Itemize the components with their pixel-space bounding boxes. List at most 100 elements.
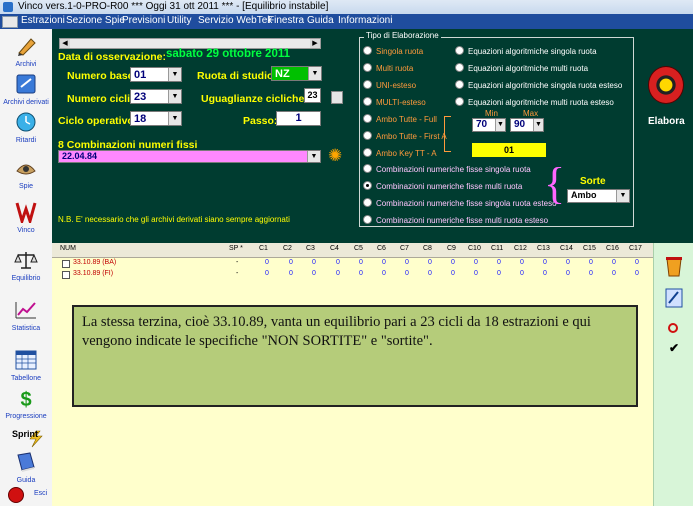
toolbar-ritardi[interactable]: Ritardi xyxy=(0,111,52,144)
scroll-left-arrow[interactable]: ◀ xyxy=(60,39,70,48)
chevron-down-icon[interactable]: ▼ xyxy=(533,119,543,131)
chevron-down-icon[interactable]: ▼ xyxy=(168,68,181,81)
header-c7[interactable]: C7 xyxy=(400,245,409,252)
ciclo-operativo-label: Ciclo operativo: xyxy=(58,115,138,127)
header-c12[interactable]: C12 xyxy=(514,245,527,252)
passo-label: Passo: xyxy=(243,115,278,127)
toolbar-guida[interactable]: Guida xyxy=(0,451,52,484)
check-icon[interactable]: ✔ xyxy=(669,341,679,355)
ciclo-operativo-combo[interactable]: 18 ▼ xyxy=(130,111,182,126)
numero-cicli-label: Numero cicli: xyxy=(67,93,134,105)
option-comb-multi-esteso[interactable]: Combinazioni numeriche fisse multi ruota… xyxy=(363,215,548,225)
toolbar-archivi-derivati[interactable]: Archivi derivati xyxy=(0,73,52,106)
header-c13[interactable]: C13 xyxy=(537,245,550,252)
edit-icon[interactable] xyxy=(664,287,684,309)
header-c17[interactable]: C17 xyxy=(629,245,642,252)
combinazioni-combo[interactable]: 22.04.84 ▼ xyxy=(58,150,321,163)
exit-icon[interactable] xyxy=(8,487,24,503)
menu-previsioni[interactable]: Previsioni xyxy=(122,15,165,26)
chevron-down-icon[interactable]: ▼ xyxy=(168,112,181,125)
toolbar-archivi[interactable]: Archivi xyxy=(0,35,52,68)
header-c6[interactable]: C6 xyxy=(377,245,386,252)
uguaglianze-label: Uguaglianze cicliche: xyxy=(201,93,308,105)
numero-base-combo[interactable]: 01 ▼ xyxy=(130,67,182,82)
chevron-down-icon[interactable]: ▼ xyxy=(495,119,505,131)
sun-icon[interactable]: ✺ xyxy=(328,147,342,164)
max-label: Max xyxy=(523,109,539,118)
option-comb-multi[interactable]: Combinazioni numeriche fisse multi ruota xyxy=(363,181,522,191)
numero-cicli-combo[interactable]: 23 ▼ xyxy=(130,89,182,104)
min-combo[interactable]: 70 ▼ xyxy=(472,118,506,132)
option-ambo-key[interactable]: Ambo Key TT - A xyxy=(363,148,437,158)
header-c15[interactable]: C15 xyxy=(583,245,596,252)
sorte-brace: { xyxy=(544,159,566,208)
toolbar-spie[interactable]: Spie xyxy=(0,157,52,190)
row-checkbox[interactable] xyxy=(62,260,70,268)
header-c10[interactable]: C10 xyxy=(468,245,481,252)
option-comb-singola-esteso[interactable]: Combinazioni numeriche fisse singola ruo… xyxy=(363,198,557,208)
option-eq-singola-esteso[interactable]: Equazioni algoritmiche singola ruota est… xyxy=(455,80,622,90)
header-sp[interactable]: SP * xyxy=(229,245,243,252)
option-singola-ruota[interactable]: Singola ruota xyxy=(363,46,423,56)
pencil-icon xyxy=(18,38,36,56)
toolbar-vinco[interactable]: Vinco xyxy=(0,201,52,234)
ruota-studio-combo[interactable]: NZ ▼ xyxy=(271,66,322,81)
header-c4[interactable]: C4 xyxy=(330,245,339,252)
chevron-down-icon[interactable]: ▼ xyxy=(307,151,320,162)
option-ambo-tutte-full[interactable]: Ambo Tutte - Full xyxy=(363,114,437,124)
system-menu-icon[interactable] xyxy=(2,16,18,28)
header-c5[interactable]: C5 xyxy=(354,245,363,252)
left-toolbar: Archivi Archivi derivati Ritardi Spie Vi… xyxy=(0,29,53,506)
option-uni-esteso[interactable]: UNI-esteso xyxy=(363,80,416,90)
menu-estrazioni[interactable]: Estrazioni xyxy=(21,15,65,26)
header-num[interactable]: NUM xyxy=(60,245,76,252)
header-c3[interactable]: C3 xyxy=(306,245,315,252)
option-multi-esteso[interactable]: MULTI-esteso xyxy=(363,97,426,107)
bucket-icon[interactable] xyxy=(664,254,684,278)
chevron-down-icon[interactable]: ▼ xyxy=(308,67,321,80)
elabora-icon[interactable] xyxy=(648,66,684,104)
menu-finestra[interactable]: Finestra xyxy=(268,15,304,26)
menu-informazioni[interactable]: Informazioni xyxy=(338,15,392,26)
main-panel: ◀ ▶ Data di osservazione: sabato 29 otto… xyxy=(52,29,693,243)
right-toolbar: ✔ xyxy=(653,243,693,506)
menu-servizio-webtek[interactable]: Servizio WebTek xyxy=(198,15,272,26)
menu-sezione-spie[interactable]: Sezione Spie xyxy=(66,15,125,26)
data-osservazione-label: Data di osservazione: xyxy=(58,51,166,63)
header-c1[interactable]: C1 xyxy=(259,245,268,252)
table-row[interactable]: 33.10.89 (FI) - 0 0 0 0 0 0 0 0 0 0 0 0 … xyxy=(52,269,653,280)
option-multi-ruota[interactable]: Multi ruota xyxy=(363,63,413,73)
refresh-icon[interactable] xyxy=(331,91,343,104)
header-c8[interactable]: C8 xyxy=(423,245,432,252)
option-comb-singola[interactable]: Combinazioni numeriche fisse singola ruo… xyxy=(363,164,531,174)
chevron-down-icon[interactable]: ▼ xyxy=(616,190,629,202)
numero-base-label: Numero base: xyxy=(67,70,138,82)
option-eq-multi-esteso[interactable]: Equazioni algoritmiche multi ruota estes… xyxy=(455,97,614,107)
option-eq-multi[interactable]: Equazioni algoritmiche multi ruota xyxy=(455,63,588,73)
min-label: Min xyxy=(485,109,498,118)
row-checkbox[interactable] xyxy=(62,271,70,279)
scroll-right-arrow[interactable]: ▶ xyxy=(310,39,320,48)
option-eq-singola[interactable]: Equazioni algoritmiche singola ruota xyxy=(455,46,597,56)
header-c16[interactable]: C16 xyxy=(606,245,619,252)
passo-input[interactable]: 1 xyxy=(276,111,321,126)
toolbar-tabellone[interactable]: Tabellone xyxy=(0,349,52,382)
max-combo[interactable]: 90 ▼ xyxy=(510,118,544,132)
key-value[interactable]: 01 xyxy=(472,143,546,157)
menu-utility[interactable]: Utility xyxy=(167,15,191,26)
chevron-down-icon[interactable]: ▼ xyxy=(168,90,181,103)
option-ambo-tutte-first[interactable]: Ambo Tutte - First A xyxy=(363,131,447,141)
header-c11[interactable]: C11 xyxy=(491,245,503,252)
header-c9[interactable]: C9 xyxy=(447,245,456,252)
toolbar-statistica[interactable]: Statistica xyxy=(0,299,52,332)
toolbar-equilibrio[interactable]: Equilibrio xyxy=(0,249,52,282)
toolbar-progressione[interactable]: $ Progressione xyxy=(0,387,52,420)
header-c2[interactable]: C2 xyxy=(283,245,292,252)
header-c14[interactable]: C14 xyxy=(560,245,573,252)
elabora-button-label[interactable]: Elabora xyxy=(648,116,685,127)
toolbar-esci[interactable]: Esci xyxy=(34,490,47,497)
table-row[interactable]: 33.10.89 (BA) - 0 0 0 0 0 0 0 0 0 0 0 0 … xyxy=(52,258,653,269)
no-icon[interactable] xyxy=(668,323,678,333)
menu-guida[interactable]: Guida xyxy=(307,15,334,26)
sorte-combo[interactable]: Ambo ▼ xyxy=(567,189,630,203)
